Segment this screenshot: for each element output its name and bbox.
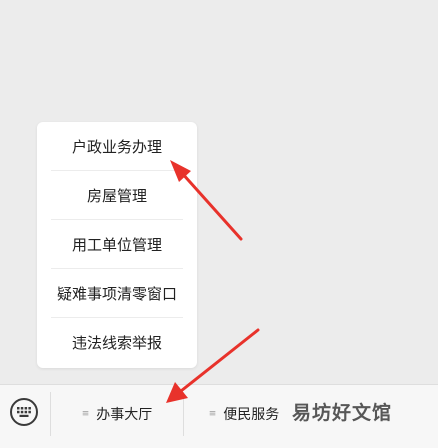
arrow-to-service-hall [166, 328, 260, 403]
annotation-arrows [166, 160, 260, 403]
arrow-to-menu-item [170, 160, 243, 241]
